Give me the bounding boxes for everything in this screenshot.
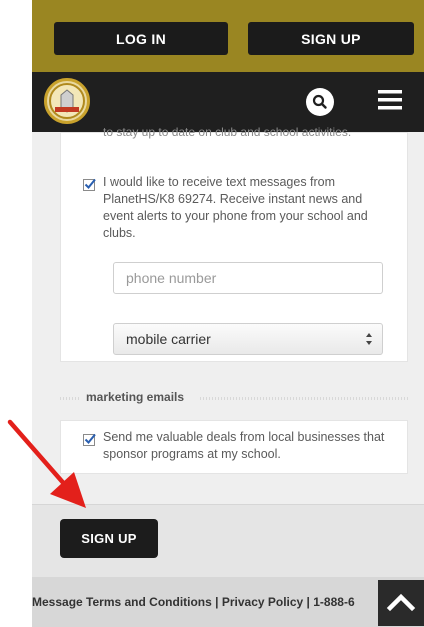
signup-header-button[interactable]: SIGN UP [248, 22, 414, 55]
menu-button[interactable] [376, 86, 404, 114]
annotation-arrow-icon [7, 419, 86, 508]
footer-links[interactable]: Message Terms and Conditions | Privacy P… [32, 595, 355, 609]
carrier-selected-value: mobile carrier [126, 331, 211, 347]
select-arrows-icon [366, 333, 372, 345]
mobile-carrier-select[interactable]: mobile carrier [113, 323, 383, 355]
seal-icon [49, 83, 85, 119]
clipped-description: to stay up to date on club and school ac… [103, 125, 352, 139]
chevron-up-icon [386, 593, 416, 612]
search-button[interactable] [306, 88, 334, 116]
marketing-options-panel: Send me valuable deals from local busine… [60, 420, 408, 474]
hamburger-menu-icon [378, 90, 402, 110]
sms-consent-text: I would like to receive text messages fr… [103, 175, 368, 240]
footer: Message Terms and Conditions | Privacy P… [32, 577, 424, 627]
marketing-section-header: marketing emails [60, 390, 408, 406]
sms-options-panel: to stay up to date on club and school ac… [60, 125, 408, 362]
marketing-consent-text: Send me valuable deals from local busine… [103, 430, 385, 461]
marketing-section-title: marketing emails [80, 390, 191, 404]
checkmark-icon [84, 178, 96, 189]
divider [60, 397, 80, 400]
search-icon [312, 94, 327, 109]
sms-checkbox[interactable] [83, 178, 96, 191]
login-button[interactable]: LOG IN [54, 22, 228, 55]
signup-submit-button[interactable]: SIGN UP [60, 519, 158, 558]
top-auth-bar: LOG IN SIGN UP [32, 0, 424, 72]
nav-bar [32, 72, 424, 132]
back-to-top-button[interactable] [378, 580, 424, 626]
divider [200, 397, 408, 400]
phone-number-input[interactable]: phone number [113, 262, 383, 294]
school-seal-logo[interactable] [44, 78, 90, 124]
